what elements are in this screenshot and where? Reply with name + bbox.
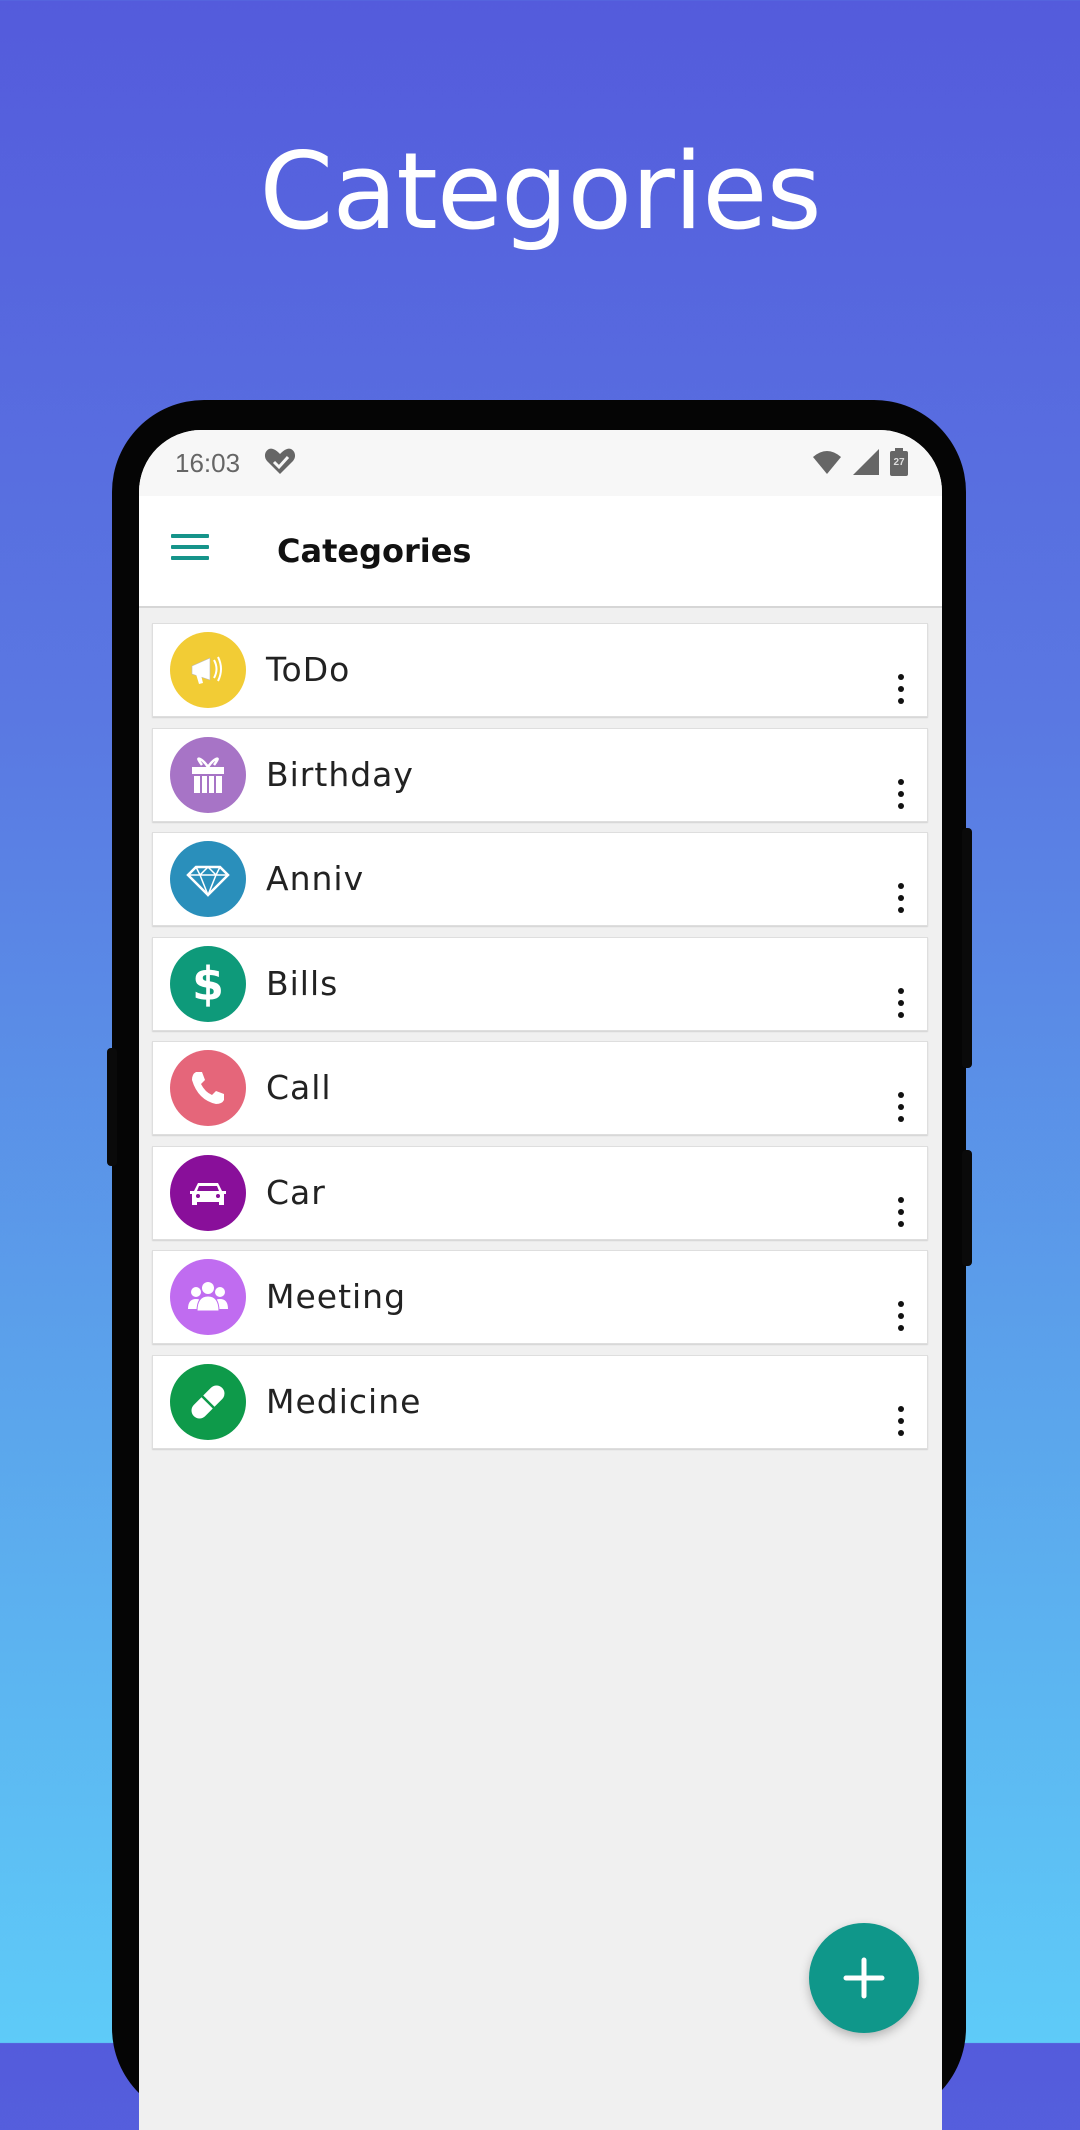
category-icon-bg [170,1363,246,1440]
category-item-birthday[interactable]: Birthday [152,727,928,822]
more-options-icon[interactable] [893,1196,909,1227]
megaphone-icon [191,656,222,684]
category-label: Meeting [266,1277,407,1316]
category-icon-bg [170,841,246,917]
more-options-icon[interactable] [893,987,909,1018]
add-category-button[interactable] [809,1923,919,2033]
phone-power-button [962,1150,972,1266]
diamond-icon [186,865,230,898]
category-item-todo[interactable]: ToDo [152,623,928,717]
people-icon [188,1282,228,1312]
dollar-icon: $ [191,956,224,1011]
signal-icon [853,449,879,475]
battery-level: 27 [893,457,905,468]
promo-title: Categories [259,130,821,253]
battery-icon: 27 [890,448,908,476]
app-bar: Categories [139,496,942,608]
heart-check-icon [264,448,296,474]
status-bar: 16:03 27 [139,430,942,496]
pill-icon [191,1385,225,1418]
wifi-icon [813,451,841,474]
category-item-meeting[interactable]: Meeting [152,1250,928,1344]
phone-volume-button [962,828,972,1068]
category-icon-bg [170,736,246,813]
more-options-icon[interactable] [893,674,909,704]
category-item-medicine[interactable]: Medicine [152,1354,928,1449]
more-options-icon[interactable] [893,883,909,913]
category-icon-bg [170,1259,246,1335]
page-title: Categories [277,532,472,570]
category-label: Call [266,1068,332,1107]
category-icon-bg [170,632,246,708]
car-icon [190,1182,226,1205]
category-item-anniv[interactable]: Anniv [152,832,928,926]
gift-icon [192,756,224,793]
hamburger-menu-icon[interactable] [171,534,209,564]
phone-icon [192,1072,224,1104]
category-icon-bg [170,1154,246,1231]
category-label: Medicine [266,1381,422,1421]
more-options-icon[interactable] [893,778,909,809]
category-list: ToDo Birthday Anniv $ Bills Call Car Mee… [152,623,928,1459]
status-time: 16:03 [175,448,241,478]
category-item-car[interactable]: Car [152,1145,928,1240]
category-label: Car [266,1172,326,1212]
more-options-icon[interactable] [893,1405,909,1436]
category-item-bills[interactable]: $ Bills [152,936,928,1031]
more-options-icon[interactable] [893,1301,909,1331]
phone-screen: 16:03 27 Categories ToDo Birthday Anniv … [139,430,942,2130]
category-label: Bills [266,963,339,1003]
plus-icon [843,1957,885,1999]
category-icon-bg [170,1050,246,1126]
category-label: ToDo [266,650,351,689]
phone-side-button-left [107,1048,117,1166]
category-label: Anniv [266,859,365,898]
more-options-icon[interactable] [893,1092,909,1122]
category-label: Birthday [266,754,414,794]
category-item-call[interactable]: Call [152,1041,928,1135]
category-icon-bg: $ [170,945,246,1022]
